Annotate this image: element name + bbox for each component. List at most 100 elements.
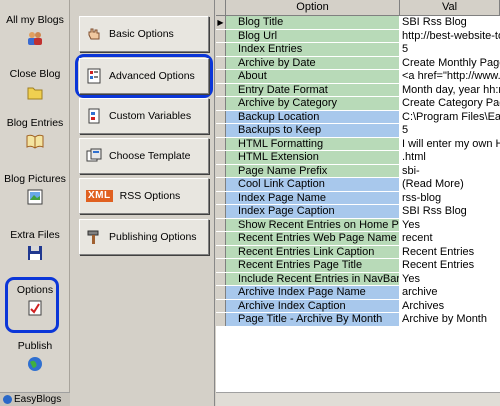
option-name-cell[interactable]: Recent Entries Web Page Name (226, 232, 400, 245)
table-row[interactable]: Archive Index Page Name archive (216, 286, 500, 300)
table-row[interactable]: Recent Entries Link Caption Recent Entrie… (216, 245, 500, 259)
row-selector[interactable] (216, 151, 226, 164)
table-row[interactable]: HTML FormattingI will enter my own HTML (216, 137, 500, 151)
option-name-cell[interactable]: Index Entries (226, 43, 400, 56)
table-row[interactable]: Page Title - Archive By Month Archive by … (216, 313, 500, 327)
table-row[interactable]: Recent Entries Page Title Recent Entries (216, 259, 500, 273)
row-selector[interactable] (216, 29, 226, 42)
table-row[interactable]: Page Name Prefix sbi- (216, 164, 500, 178)
option-name-cell[interactable]: Entry Date Format (226, 83, 400, 96)
row-selector[interactable] (216, 232, 226, 245)
row-selector[interactable] (216, 286, 226, 299)
table-row[interactable]: Entry Date FormatMonth day, year hh:mm (… (216, 83, 500, 97)
table-row[interactable]: Index Page Name rss-blog (216, 191, 500, 205)
table-row[interactable]: Archive by CategoryCreate Category Pages… (216, 97, 500, 111)
option-value-cell[interactable]: (Read More) (400, 178, 500, 191)
option-name-cell[interactable]: Recent Entries Link Caption (226, 245, 400, 258)
nav-all-my-blogs[interactable]: All my Blogs (0, 14, 70, 46)
option-value-cell[interactable]: Recent Entries (400, 259, 500, 272)
row-selector[interactable] (216, 259, 226, 272)
option-value-cell[interactable]: Yes (400, 218, 500, 231)
row-selector[interactable] (216, 43, 226, 56)
option-name-cell[interactable]: Blog Url (226, 29, 400, 42)
nav-blog-entries[interactable]: Blog Entries (0, 117, 70, 149)
option-value-cell[interactable]: archive (400, 286, 500, 299)
table-row[interactable]: Blog Urlhttp://best-website-tools.co (216, 29, 500, 43)
option-name-cell[interactable]: Page Name Prefix (226, 164, 400, 177)
column-header-option[interactable]: Option (226, 0, 400, 15)
horizontal-scrollbar[interactable] (216, 392, 500, 406)
rss-options-button[interactable]: XML RSS Options (79, 178, 209, 214)
option-value-cell[interactable]: .html (400, 151, 500, 164)
basic-options-button[interactable]: Basic Options (79, 16, 209, 52)
option-value-cell[interactable]: <a href="http://www.best (400, 70, 500, 83)
row-selector[interactable] (216, 56, 226, 69)
option-name-cell[interactable]: Archive Index Caption (226, 299, 400, 312)
table-row[interactable]: Include Recent Entries in NavBar Yes (216, 272, 500, 286)
table-row[interactable]: Backup LocationC:\Program Files\EasyBlo (216, 110, 500, 124)
row-selector[interactable] (216, 218, 226, 231)
option-value-cell[interactable]: Archives (400, 299, 500, 312)
option-name-cell[interactable]: HTML Extension (226, 151, 400, 164)
nav-blog-pictures[interactable]: Blog Pictures (0, 173, 70, 205)
nav-options[interactable]: Options (0, 284, 70, 316)
option-name-cell[interactable]: Page Title - Archive By Month (226, 313, 400, 326)
table-row[interactable]: Recent Entries Web Page Name recent (216, 232, 500, 246)
nav-publish[interactable]: Publish (0, 340, 70, 372)
custom-variables-button[interactable]: Custom Variables (79, 98, 209, 134)
current-row-indicator[interactable]: ▶ (216, 16, 226, 29)
table-row[interactable]: Index Entries 5 (216, 43, 500, 57)
option-name-cell[interactable]: Include Recent Entries in NavBar (226, 272, 400, 285)
table-row[interactable]: Show Recent Entries on Home Page Yes (216, 218, 500, 232)
option-value-cell[interactable]: Month day, year hh:mm (2 (400, 83, 500, 96)
option-value-cell[interactable]: SBI Rss Blog (400, 16, 500, 29)
option-value-cell[interactable]: I will enter my own HTML (400, 137, 500, 150)
publishing-options-button[interactable]: Publishing Options (79, 219, 209, 255)
row-selector[interactable] (216, 272, 226, 285)
option-name-cell[interactable]: Archive by Category (226, 97, 400, 110)
row-selector[interactable] (216, 97, 226, 110)
table-row[interactable]: ▶ Blog Title SBI Rss Blog (216, 16, 500, 30)
row-selector[interactable] (216, 164, 226, 177)
table-row[interactable]: HTML Extension .html (216, 151, 500, 165)
choose-template-button[interactable]: Choose Template (79, 138, 209, 174)
option-value-cell[interactable]: C:\Program Files\EasyBlo (400, 110, 500, 123)
table-row[interactable]: Archive by Date Create Monthly Pages (216, 56, 500, 70)
table-row[interactable]: Index Page Caption SBI Rss Blog (216, 205, 500, 219)
option-name-cell[interactable]: Index Page Caption (226, 205, 400, 218)
option-value-cell[interactable]: recent (400, 232, 500, 245)
row-selector[interactable] (216, 245, 226, 258)
row-selector[interactable] (216, 205, 226, 218)
option-name-cell[interactable]: Backup Location (226, 110, 400, 123)
row-selector[interactable] (216, 313, 226, 326)
advanced-options-button[interactable]: Advanced Options (79, 58, 209, 94)
row-selector[interactable] (216, 178, 226, 191)
nav-close-blog[interactable]: Close Blog (0, 68, 70, 100)
option-name-cell[interactable]: Index Page Name (226, 191, 400, 204)
table-row[interactable]: Archive Index Caption Archives (216, 299, 500, 313)
option-value-cell[interactable]: Yes (400, 272, 500, 285)
row-selector[interactable] (216, 137, 226, 150)
row-selector[interactable] (216, 124, 226, 137)
option-value-cell[interactable]: Recent Entries (400, 245, 500, 258)
option-value-cell[interactable]: Archive by Month (400, 313, 500, 326)
table-row[interactable]: Cool Link Caption (Read More) (216, 178, 500, 192)
option-value-cell[interactable]: Create Monthly Pages (400, 56, 500, 69)
row-selector[interactable] (216, 299, 226, 312)
option-value-cell[interactable]: Create Category Pages fo (400, 97, 500, 110)
option-name-cell[interactable]: About (226, 70, 400, 83)
option-value-cell[interactable]: sbi- (400, 164, 500, 177)
option-value-cell[interactable]: 5 (400, 43, 500, 56)
option-name-cell[interactable]: Show Recent Entries on Home Page (226, 218, 400, 231)
table-row[interactable]: About<a href="http://www.best (216, 70, 500, 84)
table-row[interactable]: Backups to Keep 5 (216, 124, 500, 138)
option-name-cell[interactable]: Cool Link Caption (226, 178, 400, 191)
row-selector[interactable] (216, 83, 226, 96)
option-value-cell[interactable]: SBI Rss Blog (400, 205, 500, 218)
row-selector[interactable] (216, 191, 226, 204)
column-header-value[interactable]: Val (400, 0, 500, 15)
option-value-cell[interactable]: rss-blog (400, 191, 500, 204)
option-name-cell[interactable]: Blog Title (226, 16, 400, 29)
option-name-cell[interactable]: Archive Index Page Name (226, 286, 400, 299)
option-name-cell[interactable]: Archive by Date (226, 56, 400, 69)
